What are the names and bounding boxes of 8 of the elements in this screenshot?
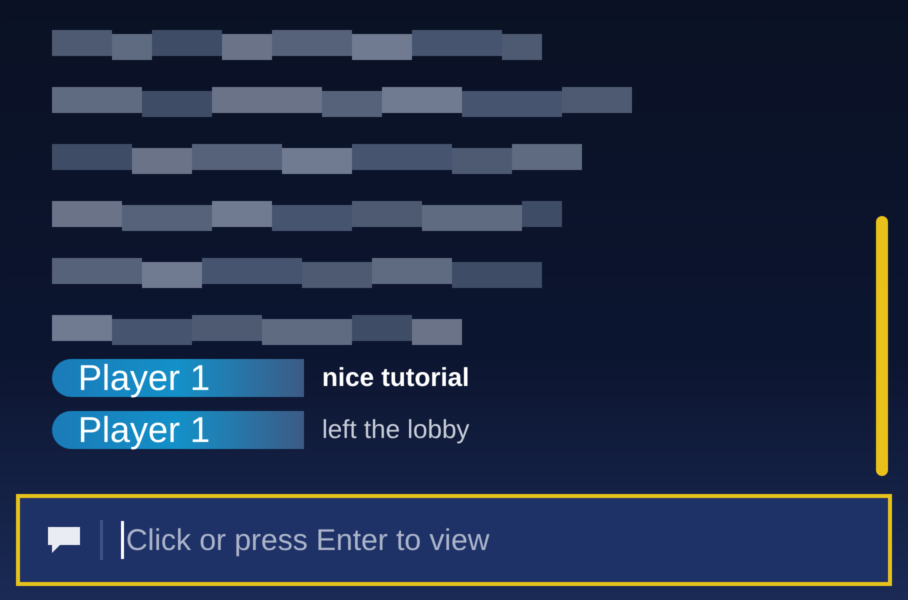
scrollbar-thumb[interactable] xyxy=(876,216,888,476)
system-message: left the lobby xyxy=(322,413,470,446)
chat-input-box[interactable]: Click or press Enter to view xyxy=(16,494,892,586)
chat-input-field[interactable]: Click or press Enter to view xyxy=(126,518,862,562)
player-name: Player 1 xyxy=(78,360,210,396)
chat-message: nice tutorial xyxy=(322,361,470,394)
chat-bubble-icon xyxy=(46,525,82,555)
player-name: Player 1 xyxy=(78,412,210,448)
